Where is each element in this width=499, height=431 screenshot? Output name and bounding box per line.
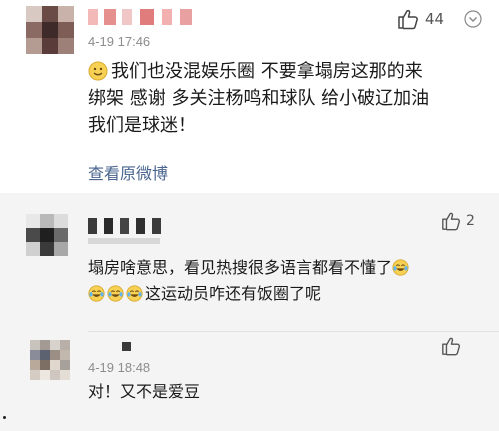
smile-emoji (88, 61, 108, 81)
thumbs-up-icon[interactable] (397, 8, 419, 30)
main-comment: 4-19 17:46 44 我们也没混娱乐圈 不要拿塌房这那的来 绑架 感谢 多… (0, 0, 499, 193)
thumbs-up-icon[interactable] (441, 336, 461, 356)
like-count: 44 (425, 10, 445, 28)
reply-time: 4-19 18:48 (88, 360, 151, 375)
comment-time: 4-19 17:46 (88, 34, 151, 49)
reply-time (88, 238, 160, 244)
bullet-dot (3, 416, 6, 419)
content-line: 我们也没混娱乐圈 不要拿塌房这那的来 (88, 58, 429, 85)
content-line: 对！又不是爱豆 (88, 382, 201, 401)
laugh-cry-emoji (126, 284, 143, 302)
reply-item: 2 塌房啥意思，看见热搜很多语言都看不懂了 这运动员咋还有饭圈了呢 (0, 193, 499, 328)
content-line: 塌房啥意思，看见热搜很多语言都看不懂了 (88, 255, 411, 281)
reply-content: 对！又不是爱豆 (88, 379, 200, 405)
laugh-cry-emoji (107, 284, 124, 302)
view-original-link[interactable]: 查看原微博 (88, 160, 168, 184)
comment-content: 我们也没混娱乐圈 不要拿塌房这那的来 绑架 感谢 多关注杨鸣和球队 给小破辽加油… (88, 58, 429, 139)
reply-item: 4-19 18:48 对！又不是爱豆 (0, 332, 499, 431)
laugh-cry-emoji (88, 284, 105, 302)
laugh-cry-emoji (392, 258, 409, 276)
reply-content: 塌房啥意思，看见热搜很多语言都看不懂了 这运动员咋还有饭圈了呢 (88, 255, 411, 307)
replies-section: 2 塌房啥意思，看见热搜很多语言都看不懂了 这运动员咋还有饭圈了呢 4-19 1… (0, 193, 499, 431)
author-name[interactable] (122, 342, 134, 358)
content-line: 绑架 感谢 多关注杨鸣和球队 给小破辽加油 (88, 88, 430, 109)
chevron-down-icon[interactable] (464, 10, 482, 28)
avatar[interactable] (26, 214, 68, 256)
thumbs-up-icon[interactable] (441, 211, 461, 231)
author-name[interactable] (88, 218, 168, 234)
content-line: 这运动员咋还有饭圈了呢 (88, 281, 411, 307)
avatar[interactable] (26, 6, 74, 54)
like-count: 2 (466, 213, 475, 229)
author-name[interactable] (88, 9, 208, 25)
avatar[interactable] (30, 340, 70, 380)
content-line: 我们是球迷！ (88, 115, 196, 136)
